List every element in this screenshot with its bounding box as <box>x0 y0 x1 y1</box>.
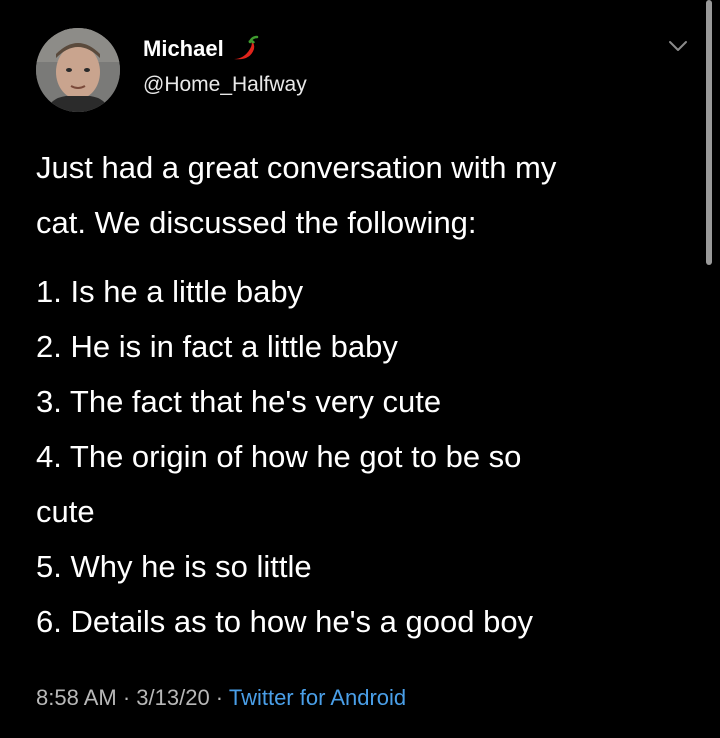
hot-pepper-icon <box>230 35 260 63</box>
meta-separator: · <box>116 685 137 710</box>
tweet-source-link[interactable]: Twitter for Android <box>229 685 406 710</box>
chevron-down-icon[interactable] <box>666 36 690 56</box>
tweet-intro-line: cat. We discussed the following: <box>36 205 477 240</box>
tweet-card: Michael @Home_Halfway Just had a great c… <box>0 0 720 738</box>
tweet-intro-line: Just had a great conversation with my <box>36 150 557 185</box>
meta-separator: · <box>209 685 229 710</box>
avatar[interactable] <box>36 28 120 112</box>
tweet-time[interactable]: 8:58 AM <box>36 685 117 710</box>
list-item: 2. He is in fact a little baby <box>36 329 398 364</box>
tweet-date[interactable]: 3/13/20 <box>136 685 209 710</box>
tweet-list: 1. Is he a little baby 2. He is in fact … <box>36 264 696 649</box>
tweet-meta: 8:58 AM · 3/13/20 · Twitter for Android <box>36 683 406 713</box>
tweet-text: Just had a great conversation with my ca… <box>36 140 696 649</box>
display-name[interactable]: Michael <box>143 36 224 62</box>
list-item: cute <box>36 494 95 529</box>
user-name-row[interactable]: Michael <box>143 35 260 63</box>
list-item: 6. Details as to how he's a good boy <box>36 604 534 639</box>
list-item: 1. Is he a little baby <box>36 274 304 309</box>
person-avatar-icon <box>36 28 120 112</box>
list-item: 4. The origin of how he got to be so <box>36 439 522 474</box>
list-item: 3. The fact that he's very cute <box>36 384 442 419</box>
list-item: 5. Why he is so little <box>36 549 312 584</box>
scrollbar[interactable] <box>706 0 712 265</box>
user-handle[interactable]: @Home_Halfway <box>143 72 307 98</box>
